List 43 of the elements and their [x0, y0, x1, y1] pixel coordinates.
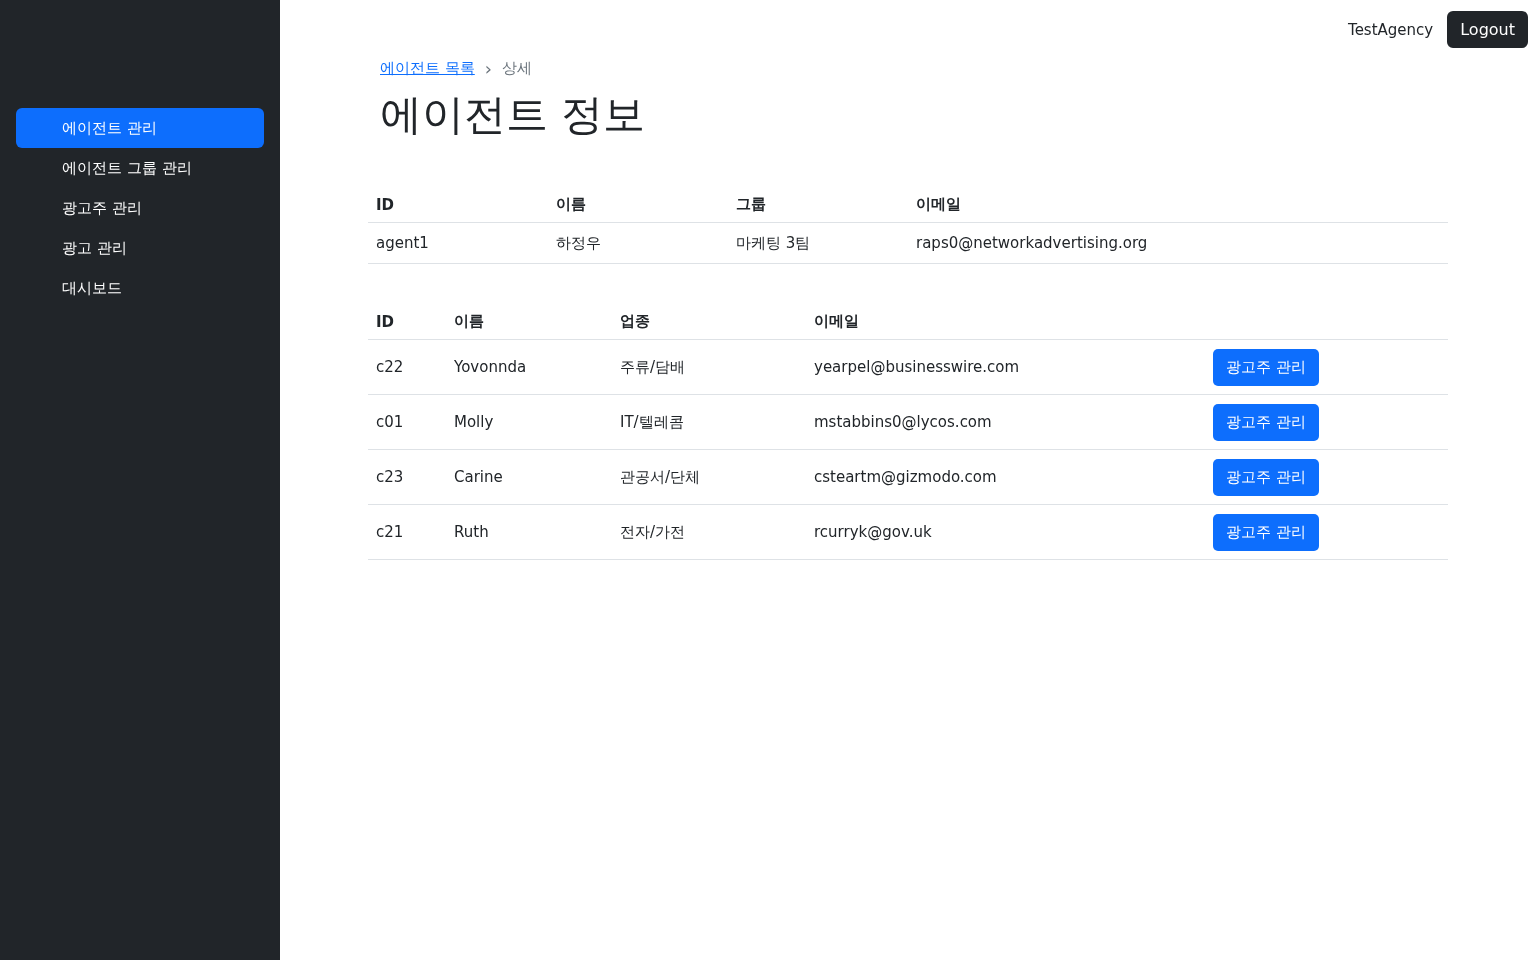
manage-advertiser-button[interactable]: 광고주 관리: [1213, 513, 1319, 551]
table-cell: Molly: [446, 394, 612, 450]
manage-advertiser-button[interactable]: 광고주 관리: [1213, 348, 1319, 386]
table-cell: agent1: [368, 222, 548, 264]
user-name: TestAgency: [1348, 20, 1434, 39]
sidebar-item[interactable]: 에이전트 그룹 관리: [16, 148, 264, 188]
sidebar-item[interactable]: 광고주 관리: [16, 188, 264, 228]
column-header: 이름: [548, 187, 728, 223]
table-cell: raps0@networkadvertising.org: [908, 222, 1448, 264]
manage-advertiser-button[interactable]: 광고주 관리: [1213, 458, 1319, 496]
table-cell: Yovonnda: [446, 339, 612, 395]
sidebar-item[interactable]: 대시보드: [16, 268, 264, 308]
table-cell: 전자/가전: [612, 504, 806, 560]
logout-button[interactable]: Logout: [1447, 11, 1528, 48]
column-header: 이름: [446, 304, 612, 340]
table-cell: 하정우: [548, 222, 728, 264]
table-cell: Carine: [446, 449, 612, 505]
table-cell: 마케팅 3팀: [728, 222, 908, 264]
column-header: 업종: [612, 304, 806, 340]
sidebar-item[interactable]: 에이전트 관리: [16, 108, 264, 148]
manage-advertiser-button[interactable]: 광고주 관리: [1213, 403, 1319, 441]
table-cell: mstabbins0@lycos.com: [806, 394, 1205, 450]
table-cell: c23: [368, 449, 446, 505]
breadcrumb-separator: ›: [484, 58, 492, 79]
column-header: 그룹: [728, 187, 908, 223]
breadcrumb-current: 상세: [502, 59, 532, 78]
table-cell: c01: [368, 394, 446, 450]
breadcrumb-link[interactable]: 에이전트 목록: [380, 59, 475, 78]
table-cell: IT/텔레콤: [612, 394, 806, 450]
column-header: ID: [368, 187, 548, 223]
column-header: 이메일: [806, 304, 1205, 340]
table-cell: c21: [368, 504, 446, 560]
column-header: ID: [368, 304, 446, 340]
table-cell: rcurryk@gov.uk: [806, 504, 1205, 560]
column-header: 이메일: [908, 187, 1448, 223]
table-cell: c22: [368, 339, 446, 395]
table-cell: 관공서/단체: [612, 449, 806, 505]
table-cell: 주류/담배: [612, 339, 806, 395]
table-cell: yearpel@businesswire.com: [806, 339, 1205, 395]
page-title: 에이전트 정보: [380, 89, 647, 141]
table-cell: Ruth: [446, 504, 612, 560]
sidebar-item[interactable]: 광고 관리: [16, 228, 264, 268]
table-cell: csteartm@gizmodo.com: [806, 449, 1205, 505]
